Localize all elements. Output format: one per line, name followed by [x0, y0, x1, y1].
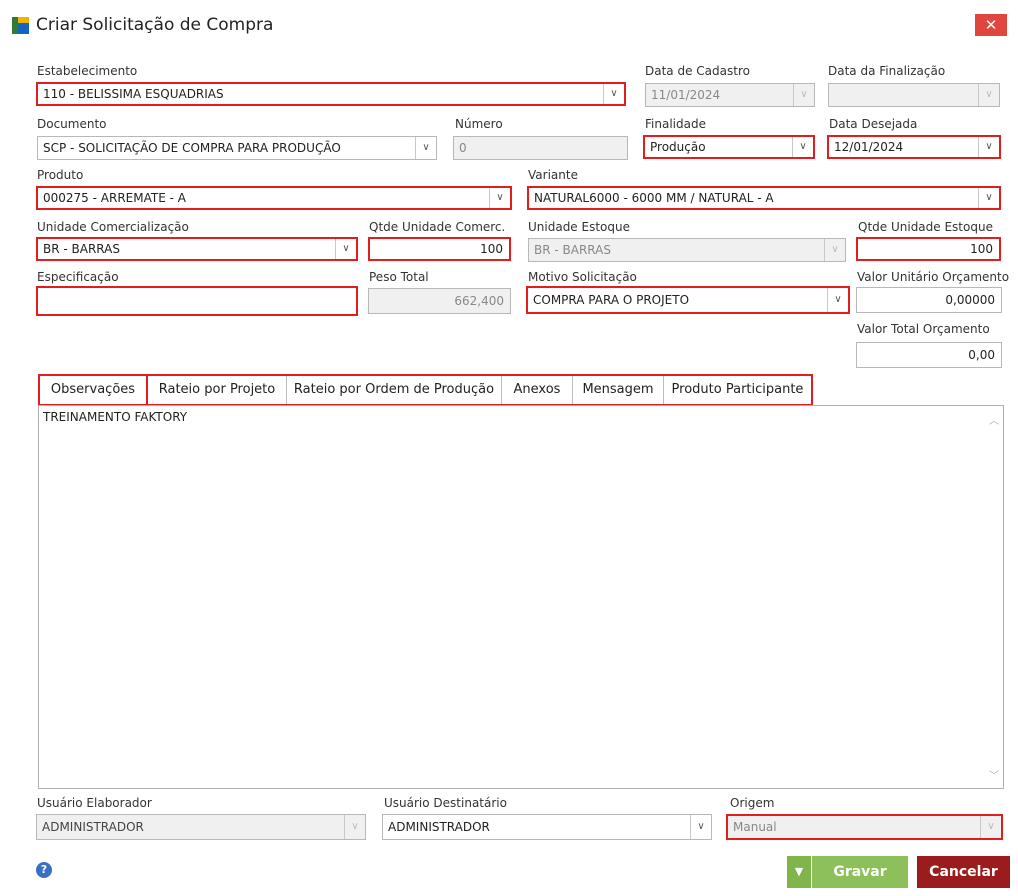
window-title: Criar Solicitação de Compra: [36, 15, 274, 35]
produto-select[interactable]: 000275 - ARREMATE - A ∨: [36, 186, 512, 210]
tab-mensagem[interactable]: Mensagem: [573, 376, 664, 404]
estabelecimento-label: Estabelecimento: [37, 64, 138, 78]
estabelecimento-select[interactable]: 110 - BELISSIMA ESQUADRIAS ∨: [36, 82, 626, 106]
data-desejada-label: Data Desejada: [829, 117, 918, 131]
motivo-solicitacao-label: Motivo Solicitação: [528, 270, 637, 284]
chevron-down-icon: ∨: [978, 84, 999, 106]
chevron-down-icon[interactable]: ∨: [489, 188, 510, 208]
data-finalizacao-label: Data da Finalização: [828, 64, 946, 78]
chevron-down-icon[interactable]: ∨: [792, 137, 813, 157]
data-cadastro-field: 11/01/2024 ∨: [645, 83, 815, 107]
help-icon[interactable]: ?: [36, 862, 52, 878]
unidade-comercializacao-value: BR - BARRAS: [43, 242, 120, 256]
valor-unitario-label: Valor Unitário Orçamento: [857, 270, 1010, 284]
motivo-solicitacao-select[interactable]: COMPRA PARA O PROJETO ∨: [526, 286, 850, 314]
variante-select[interactable]: NATURAL6000 - 6000 MM / NATURAL - A ∨: [527, 186, 1001, 210]
save-button[interactable]: Gravar: [812, 856, 908, 888]
usuario-destinatario-label: Usuário Destinatário: [384, 796, 507, 810]
scroll-up-icon[interactable]: ︿: [989, 412, 999, 427]
usuario-elaborador-value: ADMINISTRADOR: [42, 820, 144, 834]
produto-label: Produto: [37, 168, 84, 182]
chevron-down-icon[interactable]: ∨: [978, 188, 999, 208]
chevron-down-icon[interactable]: ∨: [827, 288, 848, 312]
finalidade-value: Produção: [650, 140, 706, 154]
data-finalizacao-field: ∨: [828, 83, 1000, 107]
valor-total-input[interactable]: 0,00: [856, 342, 1002, 368]
origem-value: Manual: [733, 820, 777, 834]
origem-field: Manual ∨: [726, 814, 1003, 840]
variante-label: Variante: [528, 168, 578, 182]
save-options-dropdown-button[interactable]: ▼: [787, 856, 811, 888]
qtde-unidade-estoque-label: Qtde Unidade Estoque: [858, 220, 993, 234]
chevron-down-icon[interactable]: ∨: [415, 137, 436, 159]
produto-value: 000275 - ARREMATE - A: [43, 191, 186, 205]
documento-select[interactable]: SCP - SOLICITAÇÃO DE COMPRA PARA PRODUÇÃ…: [37, 136, 437, 160]
qtde-unidade-comerc-label: Qtde Unidade Comerc.: [369, 220, 506, 234]
tab-strip: Observações Rateio por Projeto Rateio po…: [38, 374, 813, 406]
chevron-down-icon[interactable]: ∨: [978, 137, 999, 157]
unidade-comercializacao-label: Unidade Comercialização: [37, 220, 189, 234]
observacoes-text: TREINAMENTO FAKTORY: [43, 410, 188, 424]
usuario-destinatario-select[interactable]: ADMINISTRADOR ∨: [382, 814, 712, 840]
qtde-unidade-estoque-input[interactable]: 100: [856, 237, 1001, 261]
tab-observacoes[interactable]: Observações: [40, 376, 148, 404]
valor-total-label: Valor Total Orçamento: [857, 322, 990, 336]
documento-label: Documento: [37, 117, 107, 131]
chevron-down-icon[interactable]: ∨: [335, 239, 356, 259]
numero-field: 0: [453, 136, 628, 160]
chevron-down-icon[interactable]: ∨: [603, 84, 624, 104]
chevron-down-icon: ∨: [793, 84, 814, 106]
data-cadastro-value: 11/01/2024: [651, 88, 721, 102]
data-desejada-value: 12/01/2024: [834, 140, 904, 154]
chevron-down-icon: ∨: [824, 239, 845, 261]
chevron-down-icon: ∨: [980, 816, 1001, 838]
motivo-solicitacao-value: COMPRA PARA O PROJETO: [533, 293, 690, 307]
data-cadastro-label: Data de Cadastro: [645, 64, 750, 78]
close-button[interactable]: ✕: [975, 14, 1007, 36]
unidade-estoque-label: Unidade Estoque: [528, 220, 630, 234]
documento-value: SCP - SOLICITAÇÃO DE COMPRA PARA PRODUÇÃ…: [43, 141, 341, 155]
peso-total-field: 662,400: [368, 288, 511, 314]
qtde-unidade-comerc-input[interactable]: 100: [368, 237, 511, 261]
tab-rateio-ordem-producao[interactable]: Rateio por Ordem de Produção: [287, 376, 502, 404]
valor-unitario-input[interactable]: 0,00000: [856, 287, 1002, 313]
tab-rateio-projeto[interactable]: Rateio por Projeto: [148, 376, 287, 404]
estabelecimento-value: 110 - BELISSIMA ESQUADRIAS: [43, 87, 224, 101]
usuario-elaborador-label: Usuário Elaborador: [37, 796, 152, 810]
chevron-down-icon[interactable]: ∨: [690, 815, 711, 839]
usuario-elaborador-field: ADMINISTRADOR ∨: [36, 814, 366, 840]
finalidade-select[interactable]: Produção ∨: [643, 135, 815, 159]
finalidade-label: Finalidade: [645, 117, 706, 131]
peso-total-label: Peso Total: [369, 270, 429, 284]
scroll-down-icon[interactable]: ﹀: [989, 767, 999, 782]
cancel-button[interactable]: Cancelar: [917, 856, 1010, 888]
app-logo-icon: [12, 17, 29, 34]
unidade-estoque-value: BR - BARRAS: [534, 243, 611, 257]
usuario-destinatario-value: ADMINISTRADOR: [388, 820, 490, 834]
tab-produto-participante[interactable]: Produto Participante: [664, 376, 811, 404]
unidade-comercializacao-select[interactable]: BR - BARRAS ∨: [36, 237, 358, 261]
origem-label: Origem: [730, 796, 775, 810]
chevron-down-icon: ∨: [344, 815, 365, 839]
especificacao-label: Especificação: [37, 270, 119, 284]
data-desejada-select[interactable]: 12/01/2024 ∨: [827, 135, 1001, 159]
unidade-estoque-field: BR - BARRAS ∨: [528, 238, 846, 262]
numero-label: Número: [455, 117, 503, 131]
variante-value: NATURAL6000 - 6000 MM / NATURAL - A: [534, 191, 774, 205]
tab-anexos[interactable]: Anexos: [502, 376, 573, 404]
especificacao-input[interactable]: [36, 286, 358, 316]
observacoes-textarea[interactable]: TREINAMENTO FAKTORY ︿ ﹀: [38, 405, 1004, 789]
